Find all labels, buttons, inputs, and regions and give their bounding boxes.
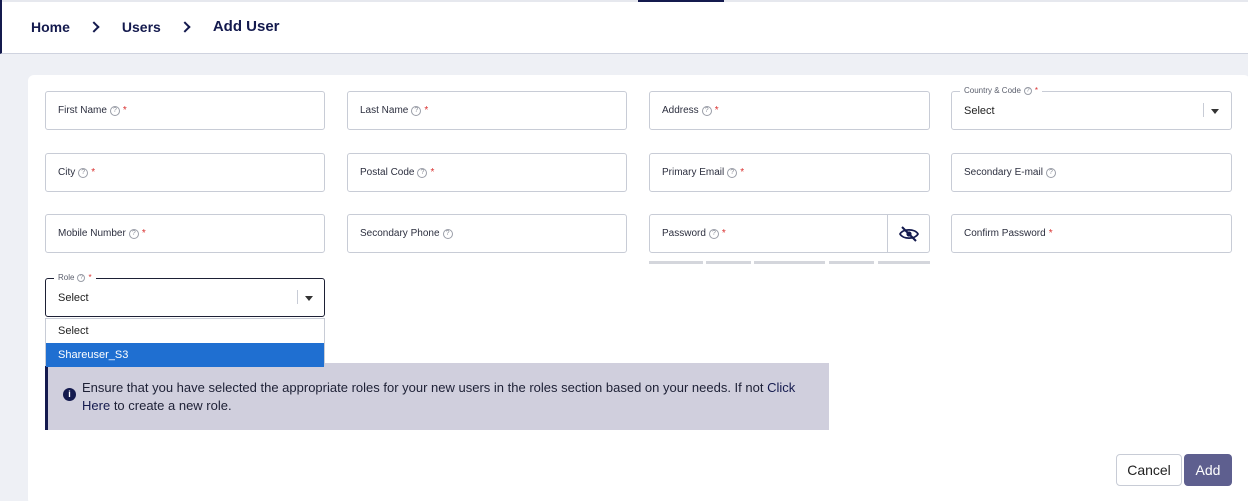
secondary-email-field[interactable]: Secondary E-mail ?	[951, 153, 1232, 192]
last-name-field[interactable]: Last Name ? *	[347, 91, 627, 130]
mobile-number-label: Mobile Number	[58, 228, 126, 239]
password-strength-segment	[878, 261, 930, 264]
country-code-select[interactable]: Country & Code ? * Select	[951, 86, 1232, 130]
breadcrumb-current: Add User	[212, 18, 280, 35]
top-bar: Home Users Add User	[0, 0, 1248, 54]
help-icon[interactable]: ?	[109, 105, 120, 116]
select-separator	[297, 290, 298, 304]
breadcrumb-home[interactable]: Home	[31, 19, 70, 35]
help-icon[interactable]: ?	[417, 167, 428, 178]
help-icon[interactable]: ?	[1045, 167, 1056, 178]
help-icon[interactable]: ?	[701, 105, 712, 116]
active-tab-indicator	[638, 0, 724, 2]
address-label: Address	[662, 105, 699, 116]
chevron-down-icon[interactable]	[1211, 109, 1219, 114]
required-mark: *	[88, 273, 92, 282]
required-mark: *	[714, 105, 719, 116]
country-code-label: Country & Code	[964, 86, 1021, 95]
city-field[interactable]: City ? *	[45, 153, 325, 192]
eye-off-icon	[898, 225, 919, 242]
role-info-banner: i Ensure that you have selected the appr…	[45, 363, 829, 430]
password-strength-segment	[706, 261, 751, 264]
top-divider	[2, 0, 1248, 2]
last-name-label: Last Name	[360, 105, 409, 116]
password-field[interactable]: Password ? *	[649, 214, 930, 253]
required-mark: *	[1034, 86, 1039, 95]
confirm-password-field[interactable]: Confirm Password *	[951, 214, 1232, 253]
help-icon[interactable]: ?	[708, 228, 719, 239]
info-text: Ensure that you have selected the approp…	[82, 380, 764, 395]
help-icon[interactable]: ?	[77, 273, 86, 282]
help-icon[interactable]: ?	[78, 167, 89, 178]
required-mark: *	[424, 105, 429, 116]
postal-code-label: Postal Code	[360, 167, 415, 178]
required-mark: *	[430, 167, 435, 178]
role-label-group: Role ? *	[54, 273, 96, 282]
required-mark: *	[141, 228, 146, 239]
first-name-field[interactable]: First Name ? *	[45, 91, 325, 130]
cancel-button[interactable]: Cancel	[1116, 454, 1182, 486]
first-name-label: First Name	[58, 105, 107, 116]
secondary-phone-label: Secondary Phone	[360, 228, 440, 239]
role-value: Select	[58, 291, 89, 304]
required-mark: *	[1048, 228, 1053, 239]
help-icon[interactable]: ?	[1023, 86, 1032, 95]
required-mark: *	[740, 167, 745, 178]
password-label: Password	[662, 228, 706, 239]
required-mark: *	[122, 105, 127, 116]
info-suffix: to create a new role.	[113, 398, 232, 413]
info-icon: i	[63, 388, 76, 401]
secondary-phone-field[interactable]: Secondary Phone ?	[347, 214, 627, 253]
primary-email-label: Primary Email	[662, 167, 725, 178]
secondary-email-label: Secondary E-mail	[964, 167, 1043, 178]
role-option-select[interactable]: Select	[46, 319, 324, 343]
password-strength-segment	[754, 261, 825, 264]
country-code-value: Select	[964, 104, 995, 117]
primary-email-field[interactable]: Primary Email ? *	[649, 153, 930, 192]
chevron-right-icon	[179, 20, 191, 33]
help-icon[interactable]: ?	[442, 228, 453, 239]
country-code-label-group: Country & Code ? *	[960, 86, 1043, 95]
confirm-password-label: Confirm Password	[964, 228, 1046, 239]
role-label: Role	[58, 273, 75, 282]
address-field[interactable]: Address ? *	[649, 91, 930, 130]
role-dropdown-menu: Select Shareuser_S3	[45, 318, 325, 367]
postal-code-field[interactable]: Postal Code ? *	[347, 153, 627, 192]
help-icon[interactable]: ?	[411, 105, 422, 116]
select-separator	[1203, 103, 1204, 117]
toggle-password-visibility-button[interactable]	[887, 215, 929, 252]
password-strength-segment	[829, 261, 874, 264]
help-icon[interactable]: ?	[128, 228, 139, 239]
chevron-right-icon	[88, 20, 100, 33]
password-strength-segment	[649, 261, 703, 264]
breadcrumb: Home Users Add User	[31, 18, 280, 35]
role-select[interactable]: Role ? * Select	[45, 273, 325, 317]
role-option-shareuser-s3[interactable]: Shareuser_S3	[46, 343, 324, 367]
chevron-down-icon[interactable]	[305, 296, 313, 301]
required-mark: *	[721, 228, 726, 239]
help-icon[interactable]: ?	[727, 167, 738, 178]
required-mark: *	[91, 167, 96, 178]
city-label: City	[58, 167, 76, 178]
mobile-number-field[interactable]: Mobile Number ? *	[45, 214, 325, 253]
breadcrumb-users[interactable]: Users	[122, 19, 161, 35]
add-button[interactable]: Add	[1184, 454, 1232, 486]
